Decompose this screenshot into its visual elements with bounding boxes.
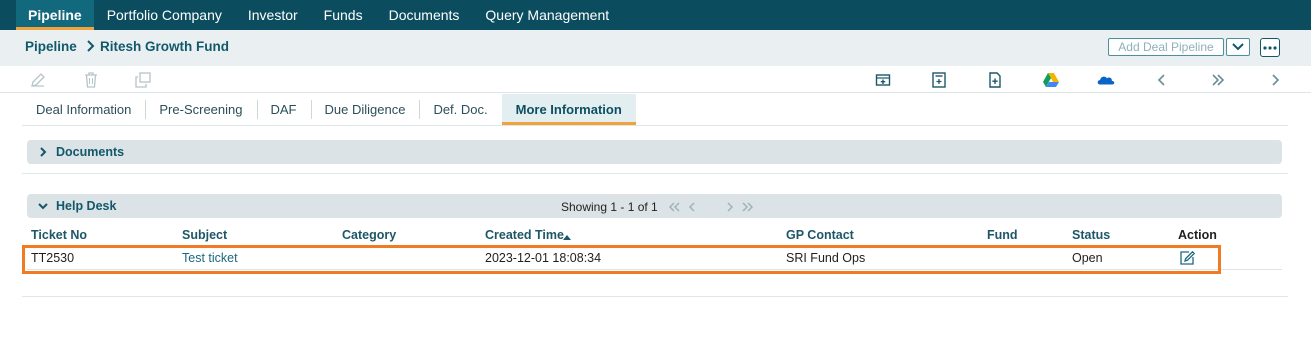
next-icon[interactable] [1266, 71, 1284, 89]
ellipsis-icon [1263, 45, 1277, 50]
helpdesk-table-header: Ticket No Subject Category Created Time … [27, 226, 1282, 246]
more-options-button[interactable] [1260, 38, 1280, 57]
column-header-action: Action [1178, 228, 1217, 242]
prev-page-icon[interactable] [688, 201, 696, 213]
chevron-down-icon [37, 200, 49, 212]
tab-pre-screening[interactable]: Pre-Screening [145, 94, 256, 125]
pager: Showing 1 - 1 of 1 [561, 200, 755, 214]
section-bottom-divider [22, 296, 1288, 297]
toolbar [0, 66, 1311, 93]
section-divider [22, 173, 1288, 174]
documents-section-header[interactable]: Documents [27, 140, 1282, 164]
prev-icon[interactable] [1153, 71, 1171, 89]
tab-bar: Deal Information Pre-Screening DAF Due D… [22, 94, 1288, 126]
calculator-icon[interactable] [930, 71, 948, 89]
fast-forward-icon[interactable] [1209, 71, 1227, 89]
column-header-subject[interactable]: Subject [182, 228, 227, 242]
nav-item-investor[interactable]: Investor [235, 0, 311, 30]
top-nav: Pipeline Portfolio Company Investor Fund… [0, 0, 1311, 30]
first-page-icon[interactable] [667, 201, 681, 213]
nav-item-query-management[interactable]: Query Management [472, 0, 622, 30]
copy-icon[interactable] [134, 71, 152, 89]
nav-item-funds[interactable]: Funds [311, 0, 376, 30]
add-dropdown-button[interactable] [1226, 38, 1250, 56]
column-header-gp-contact[interactable]: GP Contact [786, 228, 854, 242]
column-header-created-time[interactable]: Created Time [485, 228, 564, 242]
tab-daf[interactable]: DAF [256, 94, 311, 125]
chevron-down-icon [1232, 43, 1244, 51]
new-document-icon[interactable] [986, 71, 1004, 89]
pager-text: Showing 1 - 1 of 1 [561, 200, 658, 214]
edit-icon[interactable] [29, 71, 47, 89]
add-deal-pipeline-button[interactable]: Add Deal Pipeline [1108, 38, 1224, 56]
onedrive-icon[interactable] [1097, 71, 1115, 89]
next-page-icon[interactable] [726, 201, 734, 213]
breadcrumb-chevron-icon [86, 39, 96, 56]
nav-item-pipeline[interactable]: Pipeline [16, 0, 94, 30]
sort-ascending-icon [562, 230, 572, 244]
tab-more-information[interactable]: More Information [501, 94, 636, 125]
column-header-ticket-no[interactable]: Ticket No [31, 228, 87, 242]
column-header-category[interactable]: Category [342, 228, 396, 242]
page-title: Ritesh Growth Fund [100, 39, 229, 54]
tab-due-diligence[interactable]: Due Diligence [310, 94, 420, 125]
last-page-icon[interactable] [741, 201, 755, 213]
delete-icon[interactable] [82, 71, 100, 89]
breadcrumb: Pipeline Ritesh Growth Fund Add Deal Pip… [0, 30, 1311, 66]
helpdesk-section-header[interactable]: Help Desk Showing 1 - 1 of 1 [27, 194, 1282, 218]
chevron-right-icon [37, 146, 49, 158]
tab-deal-information[interactable]: Deal Information [22, 94, 145, 125]
column-header-fund[interactable]: Fund [987, 228, 1018, 242]
row-highlight-box [22, 245, 1221, 274]
google-drive-icon[interactable] [1042, 71, 1060, 89]
nav-item-portfolio-company[interactable]: Portfolio Company [94, 0, 235, 30]
column-header-status[interactable]: Status [1072, 228, 1110, 242]
documents-section-title: Documents [56, 145, 125, 159]
breadcrumb-root[interactable]: Pipeline [25, 39, 77, 54]
nav-item-documents[interactable]: Documents [376, 0, 473, 30]
tab-def-doc[interactable]: Def. Doc. [419, 94, 501, 125]
helpdesk-section-title: Help Desk [56, 199, 117, 213]
add-row-icon[interactable] [874, 71, 892, 89]
